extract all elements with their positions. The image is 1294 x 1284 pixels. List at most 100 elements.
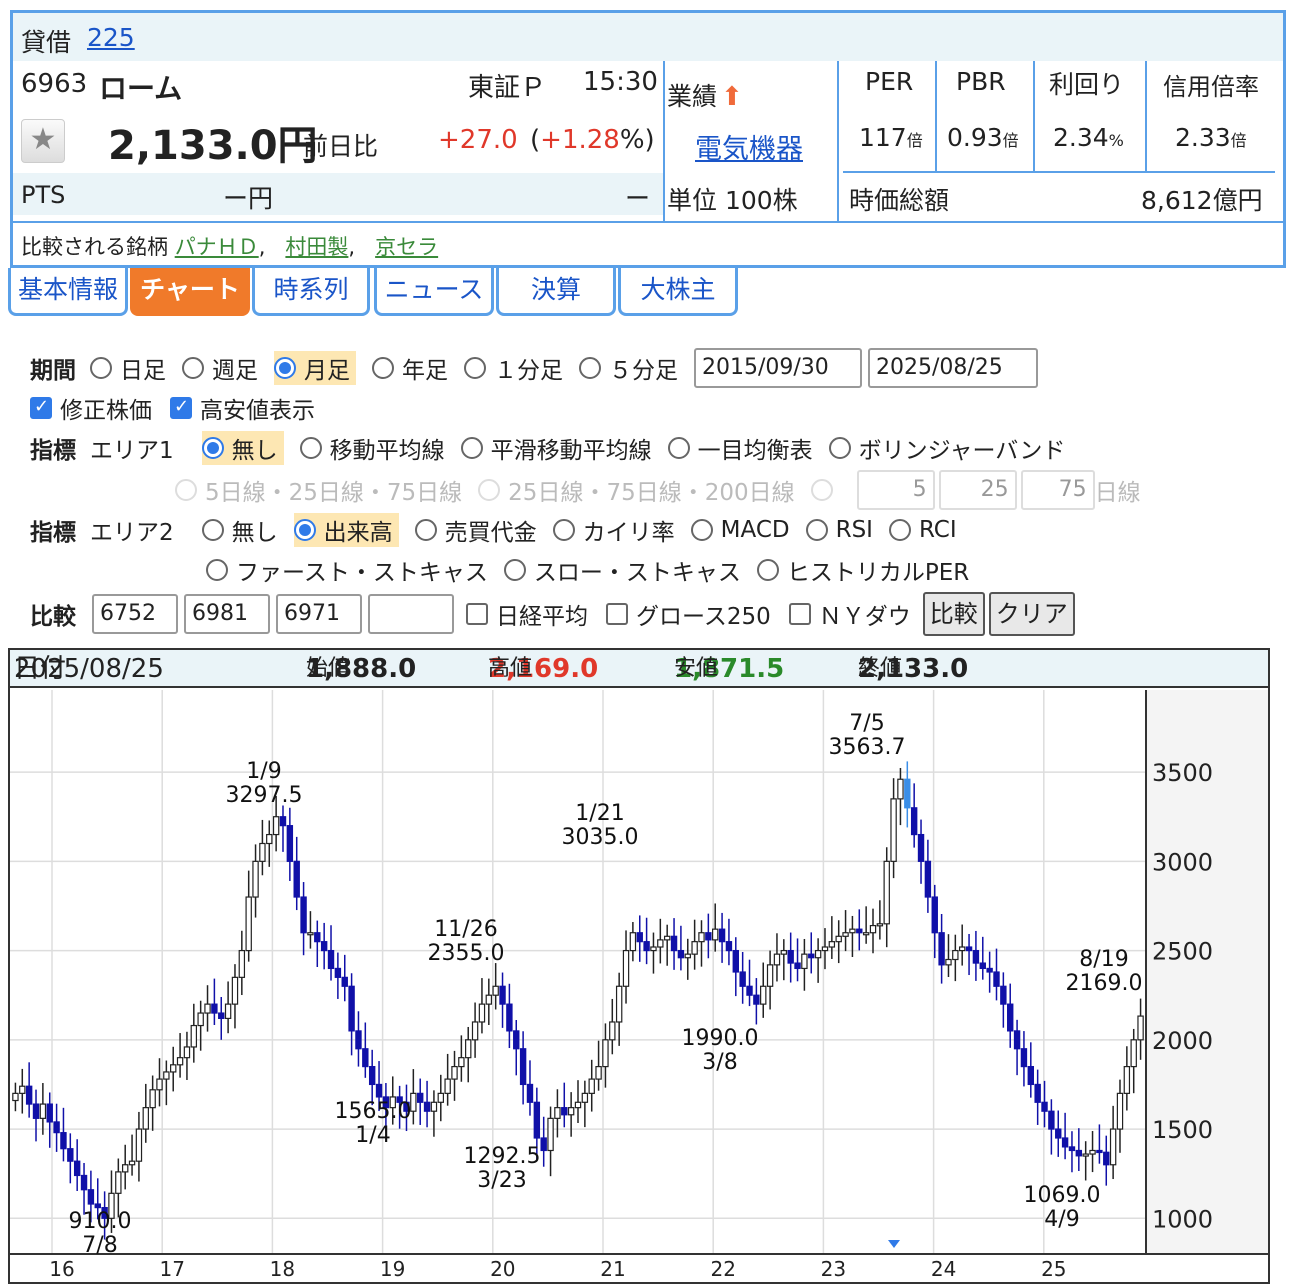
period-yearly-radio[interactable]: 年足	[372, 351, 448, 385]
ma-input-3[interactable]: 75	[1020, 470, 1095, 510]
compare-stock-link[interactable]: 村田製	[285, 235, 348, 259]
candle-body	[979, 962, 986, 970]
clear-button[interactable]: クリア	[988, 592, 1075, 636]
period-daily-radio[interactable]: 日足	[90, 351, 166, 385]
period-5min-radio[interactable]: ５分足	[579, 351, 678, 385]
candle-body	[952, 949, 959, 961]
area2-fast-stoch-radio[interactable]: ファースト・ストキャス	[206, 553, 488, 587]
candle-body	[1082, 1153, 1089, 1157]
high-low-display-checkbox[interactable]: 高安値表示	[170, 391, 315, 425]
candle-body	[808, 953, 815, 959]
x-tick-label: 20	[490, 1257, 515, 1281]
candle-body	[1034, 1083, 1041, 1103]
candle-body	[266, 833, 273, 845]
x-tick-label: 17	[159, 1257, 184, 1281]
tab-news[interactable]: ニュース	[374, 268, 494, 316]
yield-label: 利回り	[1049, 70, 1125, 99]
x-tick-label: 22	[710, 1257, 735, 1281]
candle-body	[1000, 985, 1007, 1005]
candle-body	[663, 935, 671, 941]
area2-turnover-radio[interactable]: 売買代金	[414, 513, 537, 547]
high-low-annotation: 1292.5	[464, 1144, 541, 1169]
high-low-annotation: 4/9	[1044, 1207, 1079, 1232]
tab-earnings[interactable]: 決算	[496, 268, 616, 316]
candle-body	[176, 1057, 184, 1066]
compare-code-input[interactable]: 6752	[92, 594, 178, 634]
area1-ma-radio[interactable]: 移動平均線	[299, 431, 445, 465]
candle-body	[87, 1189, 95, 1205]
area2-rci-radio[interactable]: RCI	[888, 517, 957, 543]
nikkei-checkbox[interactable]: 日経平均	[466, 597, 588, 631]
x-tick-label: 25	[1041, 1257, 1066, 1281]
candle-body	[362, 1048, 369, 1068]
area1-ichimoku-radio[interactable]: 一目均衡表	[667, 431, 813, 465]
favorite-star-icon[interactable]: ★	[21, 119, 65, 163]
compare-code-input[interactable]: 6971	[276, 594, 362, 634]
date-to-input[interactable]: 2025/08/25	[868, 348, 1038, 388]
ma-input-2[interactable]: 25	[938, 470, 1017, 510]
candle-body	[1103, 1151, 1110, 1166]
candle-body	[115, 1171, 122, 1194]
compare-stock-link[interactable]: パナＨＤ	[175, 235, 259, 259]
area2-row-2: ファースト・ストキャス スロー・ストキャス ヒストリカルPER	[206, 550, 985, 590]
area1-ema-radio[interactable]: 平滑移動平均線	[460, 431, 652, 465]
compare-code-input[interactable]: 6981	[184, 594, 270, 634]
area2-rsi-radio[interactable]: RSI	[805, 517, 873, 543]
tab-chart[interactable]: チャート	[130, 268, 250, 316]
close-info: 終値 2,133.0	[858, 654, 969, 684]
sector-link[interactable]: 電気機器	[695, 127, 803, 166]
candle-body	[1007, 1003, 1014, 1032]
candle-body	[245, 896, 252, 952]
ny-dow-checkbox[interactable]: ＮＹダウ	[788, 597, 911, 631]
area2-slow-stoch-radio[interactable]: スロー・ストキャス	[503, 553, 741, 587]
candlestick-chart[interactable]: 1000 1500 2000 2500 3000 3500 16 17 18 19 20 21 22 23…	[10, 690, 1268, 1284]
high-low-annotation: 1565.0	[335, 1099, 412, 1124]
period-1min-radio[interactable]: １分足	[464, 351, 563, 385]
tab-basic-info[interactable]: 基本情報	[8, 268, 128, 316]
compare-code-input[interactable]	[368, 594, 454, 634]
candle-body	[588, 1078, 595, 1094]
candle-body	[794, 962, 801, 970]
candle-body	[856, 928, 863, 934]
tab-timeseries[interactable]: 時系列	[252, 268, 370, 316]
area2-volume-radio[interactable]: 出来高	[293, 513, 399, 547]
candle-body	[993, 971, 1000, 987]
candle-body	[320, 941, 328, 952]
tab-major-shareholders[interactable]: 大株主	[618, 268, 738, 316]
date-from-input[interactable]: 2015/09/30	[694, 348, 862, 388]
candle-body	[60, 1132, 67, 1150]
index-link-225[interactable]: 225	[87, 23, 135, 52]
candle-body	[945, 958, 952, 966]
period-weekly-radio[interactable]: 週足	[182, 351, 258, 385]
pbr-value: 0.93倍	[947, 123, 1019, 152]
ma-input-1[interactable]: 5	[856, 470, 935, 510]
period-monthly-radio[interactable]: 月足	[274, 351, 356, 385]
area2-macd-radio[interactable]: MACD	[690, 517, 790, 543]
candle-body	[787, 949, 794, 964]
area2-deviation-radio[interactable]: カイリ率	[552, 513, 675, 547]
candle-body	[1109, 1128, 1117, 1166]
change-label: 前日比	[303, 132, 379, 161]
candle-body	[684, 953, 691, 959]
candle-body	[773, 953, 781, 966]
pts-price: ー円	[223, 184, 274, 213]
ma-set1-radio[interactable]: 5日線・25日線・75日線	[175, 473, 462, 507]
candle-body	[465, 1039, 472, 1059]
area1-bollinger-radio[interactable]: ボリンジャーバンド	[828, 431, 1065, 465]
ma-custom-radio[interactable]	[810, 479, 841, 501]
candle-body	[135, 1128, 143, 1162]
compare-stock-link[interactable]: 京セラ	[375, 235, 438, 259]
high-low-annotation: 1/4	[355, 1123, 390, 1148]
area2-none-radio[interactable]: 無し	[201, 513, 278, 547]
ma-set2-radio[interactable]: 25日線・75日線・200日線	[478, 473, 795, 507]
area1-none-radio[interactable]: 無し	[201, 431, 284, 465]
area2-hist-per-radio[interactable]: ヒストリカルPER	[756, 553, 969, 587]
growth250-checkbox[interactable]: グロース250	[606, 597, 771, 631]
compare-button[interactable]: 比較	[922, 592, 985, 636]
high-low-annotation: 3035.0	[562, 825, 639, 850]
low-info: 安値 1,871.5	[674, 654, 785, 684]
per-value: 117倍	[859, 123, 923, 152]
stock-header-panel: 貸借 225 6963 ローム 東証Ｐ 15:30 ★ 2,133.0円 前日比…	[10, 10, 1286, 268]
adjusted-price-checkbox[interactable]: 修正株価	[30, 391, 152, 425]
chart-container: 日付 2025/08/25 始値 1,888.0 高値 2,169.0 安値 1…	[8, 648, 1270, 1284]
